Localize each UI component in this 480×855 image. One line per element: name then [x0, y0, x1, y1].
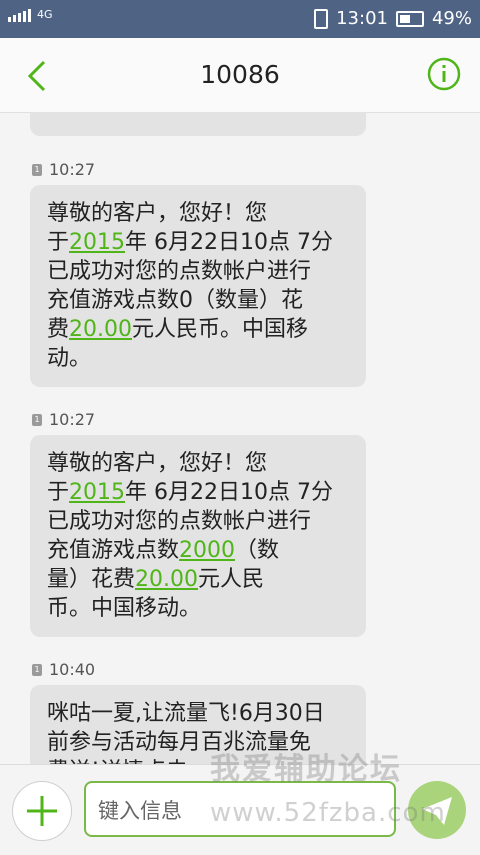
message-link[interactable]: 20.00	[135, 567, 198, 592]
message-bubble[interactable]: 尊敬的客户，您好！您 于2015年 6月22日10点 7分 已成功对您的点数帐户…	[30, 185, 366, 387]
message-item: 1 10:27 尊敬的客户，您好！您 于2015年 6月22日10点 7分 已成…	[30, 160, 366, 387]
vibrate-icon	[314, 8, 329, 29]
watermark-url: www.52fzba.com	[210, 798, 446, 828]
previous-message-bubble	[30, 112, 366, 136]
message-list[interactable]: 1 10:27 尊敬的客户，您好！您 于2015年 6月22日10点 7分 已成…	[0, 112, 480, 764]
network-type: 4G	[37, 8, 53, 21]
battery-percent: 49%	[431, 8, 472, 29]
message-link[interactable]: 2000	[179, 538, 235, 563]
timestamp-text: 10:27	[49, 410, 96, 429]
sim-card-icon: 1	[32, 163, 42, 176]
conversation-header: 10086	[0, 38, 480, 113]
sim-card-icon: 1	[32, 663, 42, 676]
info-icon[interactable]	[426, 56, 462, 92]
battery-level	[399, 14, 410, 23]
message-timestamp: 1 10:40	[32, 660, 366, 679]
contact-title: 10086	[200, 60, 280, 89]
add-attachment-button[interactable]	[12, 781, 72, 841]
message-timestamp: 1 10:27	[32, 410, 366, 429]
timestamp-text: 10:27	[49, 160, 96, 179]
message-timestamp: 1 10:27	[32, 160, 366, 179]
timestamp-text: 10:40	[49, 660, 96, 679]
message-bubble[interactable]: 尊敬的客户，您好！您 于2015年 6月22日10点 7分 已成功对您的点数帐户…	[30, 435, 366, 637]
message-link[interactable]: 2015	[69, 230, 125, 255]
message-item: 1 10:27 尊敬的客户，您好！您 于2015年 6月22日10点 7分 已成…	[30, 410, 366, 637]
battery-icon	[395, 10, 424, 27]
sim-card-icon: 1	[32, 413, 42, 426]
clock: 13:01	[336, 8, 388, 29]
watermark-text: 我爱辅助论坛	[210, 752, 402, 787]
signal-icon	[8, 8, 31, 22]
message-link[interactable]: 20.00	[69, 317, 132, 342]
status-bar: 4G 13:01 49%	[0, 0, 480, 38]
message-link[interactable]: 2015	[69, 480, 125, 505]
